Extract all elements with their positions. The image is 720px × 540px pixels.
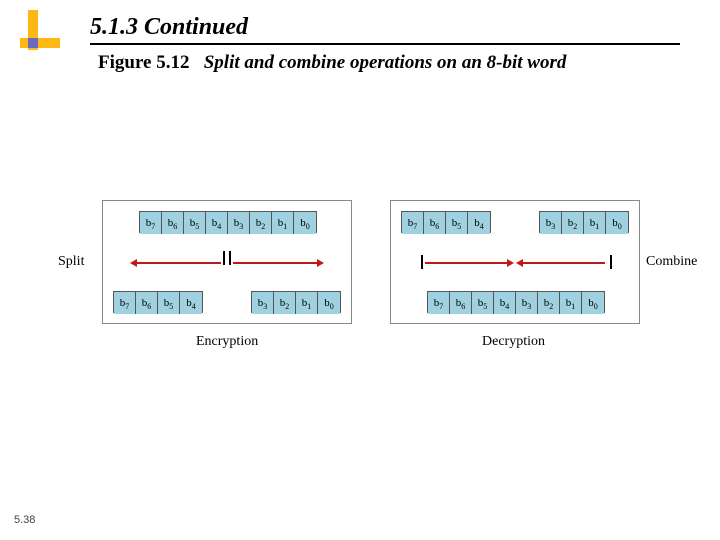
- tick-left-b: [229, 251, 231, 265]
- bit-cell: b6: [450, 292, 472, 314]
- bit-cell: b3: [228, 212, 250, 234]
- bit-cell: b7: [428, 292, 450, 314]
- bit-cell: b4: [494, 292, 516, 314]
- bit-cell: b1: [296, 292, 318, 314]
- panel-encryption: b7b6b5b4b3b2b1b0 b7b6b5b4 b3b2b1b0: [102, 200, 352, 324]
- bit-cell: b1: [584, 212, 606, 234]
- figure-diagram: b7b6b5b4b3b2b1b0 b7b6b5b4 b3b2b1b0 b7b6b…: [60, 200, 660, 400]
- bit-cell: b2: [538, 292, 560, 314]
- word-half-left-bottom: b7b6b5b4: [113, 291, 203, 313]
- bit-cell: b1: [560, 292, 582, 314]
- bit-cell: b2: [562, 212, 584, 234]
- bit-cell: b5: [446, 212, 468, 234]
- slide-number: 5.38: [14, 514, 35, 526]
- word-full-bottom-right: b7b6b5b4b3b2b1b0: [427, 291, 605, 313]
- bit-cell: b7: [140, 212, 162, 234]
- bit-cell: b0: [318, 292, 340, 314]
- figure-number: Figure 5.12: [98, 52, 189, 73]
- bit-cell: b3: [516, 292, 538, 314]
- arrow-split-right: [233, 262, 317, 264]
- bit-cell: b0: [582, 292, 604, 314]
- bit-cell: b2: [274, 292, 296, 314]
- bit-cell: b3: [252, 292, 274, 314]
- bit-cell: b6: [424, 212, 446, 234]
- bit-cell: b6: [162, 212, 184, 234]
- arrow-split-left: [137, 262, 221, 264]
- figure-caption: Split and combine operations on an 8-bit…: [204, 52, 567, 73]
- bit-cell: b4: [206, 212, 228, 234]
- bit-cell: b0: [606, 212, 628, 234]
- slide-logo: [20, 10, 60, 60]
- bit-cell: b2: [250, 212, 272, 234]
- bit-cell: b7: [402, 212, 424, 234]
- label-decryption: Decryption: [482, 334, 545, 350]
- figure-caption-line: Figure 5.12 Split and combine operations…: [98, 52, 566, 74]
- bit-cell: b0: [294, 212, 316, 234]
- label-split: Split: [58, 254, 84, 270]
- bit-cell: b5: [472, 292, 494, 314]
- tick-right-b: [610, 255, 612, 269]
- word-half-right-bottom: b3b2b1b0: [251, 291, 341, 313]
- tick-right-a: [421, 255, 423, 269]
- arrow-combine-right: [425, 262, 507, 264]
- label-encryption: Encryption: [196, 334, 258, 350]
- arrow-combine-left: [523, 262, 605, 264]
- word-half-right-top: b3b2b1b0: [539, 211, 629, 233]
- panel-decryption: b7b6b5b4 b3b2b1b0 b7b6b5b4b3b2b1b0: [390, 200, 640, 324]
- bit-cell: b4: [180, 292, 202, 314]
- label-combine: Combine: [646, 254, 697, 270]
- bit-cell: b7: [114, 292, 136, 314]
- bit-cell: b1: [272, 212, 294, 234]
- tick-left-a: [223, 251, 225, 265]
- bit-cell: b3: [540, 212, 562, 234]
- bit-cell: b5: [184, 212, 206, 234]
- bit-cell: b4: [468, 212, 490, 234]
- section-heading: 5.1.3 Continued: [90, 14, 680, 45]
- word-full-top-left: b7b6b5b4b3b2b1b0: [139, 211, 317, 233]
- word-half-left-top: b7b6b5b4: [401, 211, 491, 233]
- bit-cell: b5: [158, 292, 180, 314]
- bit-cell: b6: [136, 292, 158, 314]
